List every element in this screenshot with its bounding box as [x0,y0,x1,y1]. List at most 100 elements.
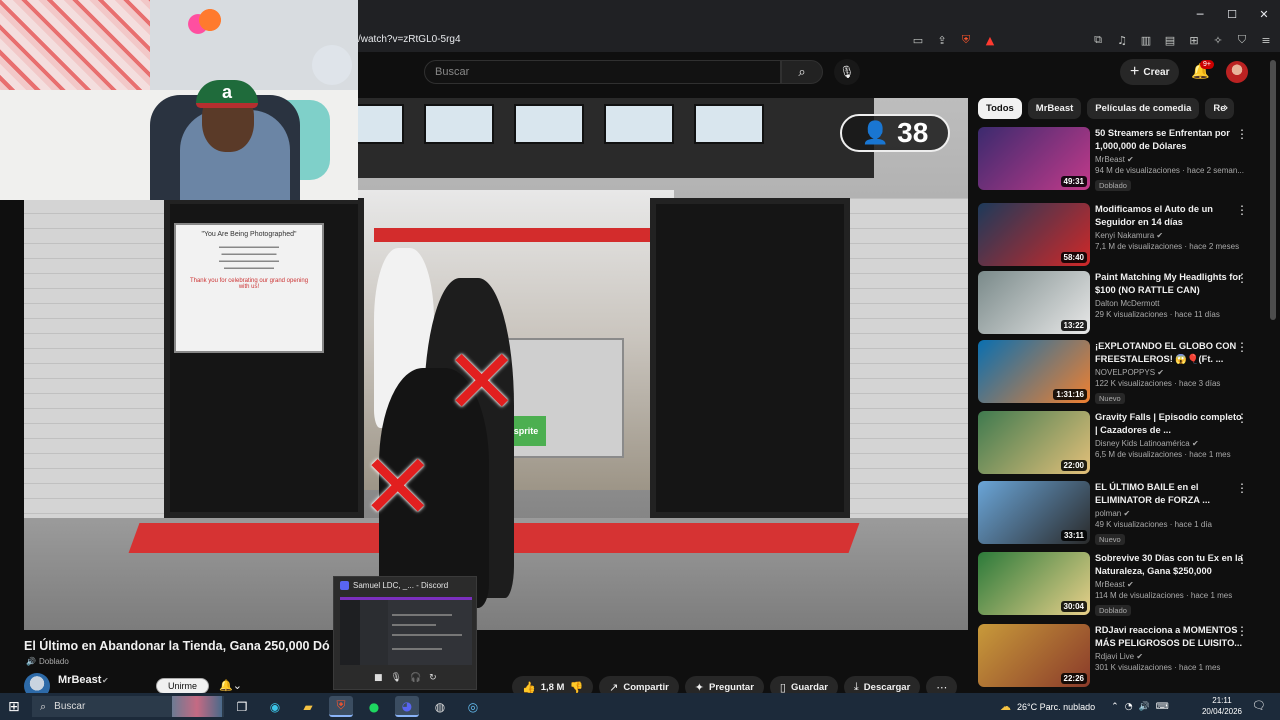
brave-rewards-icon[interactable]: ▲ [980,30,1000,50]
recommendation-title[interactable]: Paint Matching My Headlights for $100 (N… [1095,271,1245,297]
discord-app-icon[interactable]: ◕ [395,696,419,717]
create-button[interactable]: + Crear [1120,59,1180,85]
url-field[interactable]: /watch?v=zRtGL0-5rg4 [358,34,461,45]
recommendation-channel[interactable]: Kenyi Nakamura ✔ [1095,231,1245,240]
cast-icon[interactable]: ▭ [908,30,928,50]
recommendation-thumbnail[interactable]: 49:31 [978,127,1090,190]
voice-search-button[interactable]: 🎙 [834,59,860,85]
recommendation-title[interactable]: EL ÚLTIMO BAILE en el ELIMINATOR de FORZ… [1095,481,1245,507]
media-icon[interactable]: ♫ [1112,30,1132,50]
extensions-icon[interactable]: ⧉ [1088,30,1108,50]
obs-icon[interactable]: ◍ [428,696,452,717]
recommendation-channel[interactable]: MrBeast ✔ [1095,155,1245,164]
minimize-icon[interactable]: ─ [1184,0,1216,28]
chip-1[interactable]: MrBeast [1027,98,1082,119]
recommendation-thumbnail[interactable]: 30:04 [978,552,1090,615]
recommendation-thumbnail[interactable]: 13:22 [978,271,1090,334]
sidebar-icon[interactable]: ▥ [1136,30,1156,50]
menu-icon[interactable]: ≡ [1256,30,1276,50]
weather-icon[interactable]: ☁ [1000,700,1011,713]
discord-preview-title: Samuel LDC, _... - Discord [353,581,449,590]
notification-center-icon[interactable]: 🗨 [1252,699,1266,712]
more-options-icon[interactable]: ⋮ [1236,552,1248,566]
recommendation-thumbnail[interactable]: 33:11 [978,481,1090,544]
more-options-icon[interactable]: ⋮ [1236,624,1248,638]
recommendation-title[interactable]: ¡EXPLOTANDO EL GLOBO CON FREESTALEROS! 😱… [1095,340,1245,366]
mic-icon[interactable]: 🎙 [391,673,402,683]
recommendation-item[interactable]: 33:11 EL ÚLTIMO BAILE en el ELIMINATOR d… [978,481,1268,547]
recommendation-channel[interactable]: Rdjavi Live ✔ [1095,652,1245,661]
recommendation-thumbnail[interactable]: 22:00 [978,411,1090,474]
recommendation-duration: 49:31 [1060,176,1087,187]
weather-text[interactable]: 26°C Parc. nublado [1017,702,1095,712]
spotify-icon[interactable]: ● [362,696,386,717]
brave-shield-icon[interactable]: ⛨ [956,30,976,50]
discord-taskbar-preview[interactable]: Samuel LDC, _... - Discord ■ 🎙 🎧 ↻ [333,576,477,690]
more-options-icon[interactable]: ⋮ [1236,340,1248,354]
recommendation-item[interactable]: 58:40 Modificamos el Auto de un Seguidor… [978,203,1268,269]
account-avatar[interactable] [1226,61,1248,83]
webcam-lamp [312,45,352,85]
channel-name[interactable]: MrBeast [58,674,101,686]
leo-icon[interactable]: ✧ [1208,30,1228,50]
task-view-icon[interactable]: ❐ [230,696,254,717]
recommendation-channel[interactable]: Dalton McDermott [1095,299,1245,308]
more-options-icon[interactable]: ⋮ [1236,271,1248,285]
refresh-icon[interactable]: ↻ [429,673,437,683]
scrollbar[interactable] [1270,60,1276,320]
recommendation-title[interactable]: 50 Streamers se Enfrentan por 1,000,000 … [1095,127,1245,153]
network-icon[interactable]: ◔ [1125,702,1133,712]
tray-chevron-icon[interactable]: ⌃ [1111,702,1119,712]
file-explorer-icon[interactable]: ▰ [296,696,320,717]
recommendation-title[interactable]: RDJavi reacciona a MOMENTOS MÁS PELIGROS… [1095,624,1245,650]
chevron-right-icon[interactable]: › [1223,100,1229,116]
thumbs-down-icon[interactable]: 👎 [569,681,583,694]
brave-icon[interactable]: ⛨ [329,696,353,717]
chip-2[interactable]: Películas de comedia [1087,98,1200,119]
more-options-icon[interactable]: ⋮ [1236,127,1248,141]
recommendation-item[interactable]: 1:31:16 ¡EXPLOTANDO EL GLOBO CON FREESTA… [978,340,1268,406]
subscribed-bell-button[interactable]: 🔔⌄ [219,679,242,692]
vpn-icon[interactable]: ⊞ [1184,30,1204,50]
recommendation-item[interactable]: 22:26 RDJavi reacciona a MOMENTOS MÁS PE… [978,624,1268,690]
camera-icon[interactable]: ■ [374,673,383,683]
search-button[interactable]: ⌕ [781,60,823,84]
discord-preview-thumbnail[interactable] [340,597,472,665]
speaker-icon[interactable]: 🔊 [1139,702,1150,712]
recommendation-title[interactable]: Modificamos el Auto de un Seguidor en 14… [1095,203,1245,229]
recommendation-thumbnail[interactable]: 1:31:16 [978,340,1090,403]
more-options-icon[interactable]: ⋮ [1236,411,1248,425]
more-options-icon[interactable]: ⋮ [1236,203,1248,217]
recommendation-thumbnail[interactable]: 22:26 [978,624,1090,687]
recommendation-item[interactable]: 49:31 50 Streamers se Enfrentan por 1,00… [978,127,1268,193]
wallet-icon[interactable]: ▤ [1160,30,1180,50]
recommendation-channel[interactable]: Disney Kids Latinoamérica ✔ [1095,439,1245,448]
headphones-icon[interactable]: 🎧 [410,673,421,683]
recommendation-meta: 94 M de visualizaciones · hace 2 seman..… [1095,166,1244,175]
recommendation-title[interactable]: Sobrevive 30 Días con tu Ex en la Natura… [1095,552,1245,578]
join-button[interactable]: Unirme [156,678,209,694]
taskbar-clock[interactable]: 21:11 20/04/2026 [1200,695,1244,717]
maximize-icon[interactable]: ☐ [1216,0,1248,28]
video-scene-sign: "You Are Being Photographed" ▬▬▬▬▬▬▬▬▬▬▬… [174,223,324,353]
recommendation-channel[interactable]: NOVELPOPPYS ✔ [1095,368,1245,377]
shield-icon[interactable]: ⛉ [1232,30,1252,50]
recommendation-thumbnail[interactable]: 58:40 [978,203,1090,266]
edge-icon[interactable]: ◉ [263,696,287,717]
close-icon[interactable]: ✕ [1248,0,1280,28]
recommendation-channel[interactable]: polman ✔ [1095,509,1245,518]
keyboard-icon[interactable]: ⌨ [1156,702,1169,712]
chip-0[interactable]: Todos [978,98,1022,119]
share-icon[interactable]: ⇪ [932,30,952,50]
more-options-icon[interactable]: ⋮ [1236,481,1248,495]
recommendation-title[interactable]: Gravity Falls | Episodio completo | Caza… [1095,411,1245,437]
steam-icon[interactable]: ◎ [461,696,485,717]
recommendation-channel[interactable]: MrBeast ✔ [1095,580,1245,589]
chip-3[interactable]: Re [1205,98,1234,119]
search-input[interactable]: Buscar [424,60,781,84]
recommendation-item[interactable]: 30:04 Sobrevive 30 Días con tu Ex en la … [978,552,1268,618]
windows-start-icon[interactable]: ⊞ [8,699,20,715]
recommendation-item[interactable]: 13:22 Paint Matching My Headlights for $… [978,271,1268,337]
clock-time: 21:11 [1212,696,1232,705]
recommendation-item[interactable]: 22:00 Gravity Falls | Episodio completo … [978,411,1268,477]
